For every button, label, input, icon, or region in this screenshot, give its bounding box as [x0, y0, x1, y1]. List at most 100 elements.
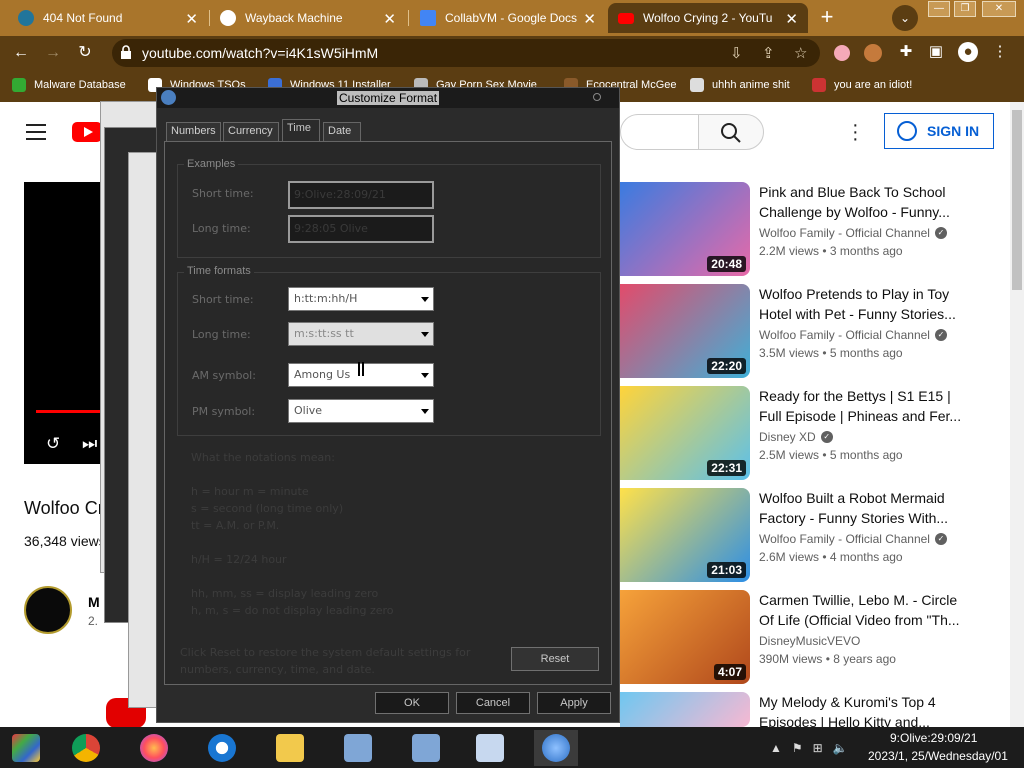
related-meta: 2.2M views • 3 months ago: [759, 244, 903, 258]
trans-flag-extension-icon[interactable]: [834, 45, 850, 61]
video-title: Wolfoo Cr: [24, 498, 104, 518]
hamburger-menu-icon[interactable]: [26, 124, 46, 140]
settings-menu-icon[interactable]: · · ·: [852, 115, 859, 149]
video-thumbnail[interactable]: 22:31: [620, 386, 750, 480]
tab-youtube[interactable]: Wolfoo Crying 2 - YouTu ✕: [608, 3, 808, 33]
related-video[interactable]: 21:03 Wolfoo Built a Robot Mermaid Facto…: [620, 488, 1020, 586]
tab-collabvm-docs[interactable]: CollabVM - Google Docs ✕: [410, 3, 606, 33]
bookmark-anime[interactable]: uhhh anime shit: [690, 78, 790, 92]
replay-icon[interactable]: ↺: [46, 434, 60, 454]
taskbar-firefox[interactable]: [132, 730, 176, 766]
dialog-title-bar[interactable]: Customize Format: [157, 88, 619, 108]
chrome-menu-icon[interactable]: ⋮: [990, 42, 1010, 62]
dialog-close-button[interactable]: [593, 93, 601, 101]
bookmark-star-icon[interactable]: ☆: [794, 44, 807, 62]
clock-time[interactable]: 9:Olive:29:09/21: [890, 731, 977, 745]
related-title[interactable]: Wolfoo Built a Robot Mermaid Factory - F…: [759, 488, 969, 528]
tab-close-icon[interactable]: ✕: [383, 10, 396, 28]
video-thumbnail[interactable]: 21:03: [620, 488, 750, 582]
sign-in-button[interactable]: SIGN IN: [884, 113, 994, 149]
related-title[interactable]: My Melody & Kuromi's Top 4 Episodes | He…: [759, 692, 969, 732]
profile-avatar-icon[interactable]: ●: [958, 42, 978, 62]
chrome-icon: [72, 734, 100, 762]
install-app-icon[interactable]: ⇩: [730, 44, 743, 62]
pm-symbol-select[interactable]: Olive: [288, 399, 434, 423]
reload-button[interactable]: ↻: [74, 42, 96, 64]
taskbar-remote-desktop-2[interactable]: [404, 730, 448, 766]
related-video[interactable]: 22:31 Ready for the Bettys | S1 E15 | Fu…: [620, 386, 1020, 484]
address-bar[interactable]: youtube.com/watch?v=i4K1sW5iHmM ⇩ ⇪ ☆: [112, 39, 820, 67]
share-icon[interactable]: ⇪: [762, 44, 775, 62]
network-icon[interactable]: ⊞: [813, 741, 823, 755]
tab-close-icon[interactable]: ✕: [785, 10, 798, 28]
system-tray: ▲ ⚑ ⊞ 🔈: [770, 741, 848, 755]
maximize-button[interactable]: ❐: [954, 1, 976, 17]
channel-name[interactable]: M: [88, 594, 100, 610]
forward-button[interactable]: →: [42, 42, 64, 64]
close-window-button[interactable]: ✕: [982, 1, 1016, 17]
related-title[interactable]: Carmen Twillie, Lebo M. - Circle Of Life…: [759, 590, 969, 630]
related-video[interactable]: 4:07 Carmen Twillie, Lebo M. - Circle Of…: [620, 590, 1020, 688]
reset-button[interactable]: Reset: [511, 647, 599, 671]
clock-date[interactable]: 2023/1, 25/Wednesday/01: [868, 749, 1008, 763]
ok-button[interactable]: OK: [375, 692, 449, 714]
taskbar-file-explorer[interactable]: [268, 730, 312, 766]
youtube-logo[interactable]: [72, 122, 102, 142]
related-video[interactable]: 20:48 Pink and Blue Back To School Chall…: [620, 182, 1020, 280]
chevron-down-icon: [421, 373, 429, 378]
tab-close-icon[interactable]: ✕: [185, 10, 198, 28]
channel-avatar[interactable]: [24, 586, 72, 634]
video-thumbnail[interactable]: 20:48: [620, 182, 750, 276]
tab-time[interactable]: Time: [282, 119, 320, 141]
related-title[interactable]: Ready for the Bettys | S1 E15 | Full Epi…: [759, 386, 969, 426]
long-time-format-select[interactable]: m:s:tt:ss tt: [288, 322, 434, 346]
video-duration: 21:03: [707, 562, 746, 578]
tab-date[interactable]: Date: [323, 122, 361, 141]
tab-numbers[interactable]: Numbers: [166, 122, 221, 141]
tab-close-icon[interactable]: ✕: [583, 10, 596, 28]
video-duration: 4:07: [713, 664, 746, 680]
cancel-button[interactable]: Cancel: [456, 692, 530, 714]
related-title[interactable]: Wolfoo Pretends to Play in Toy Hotel wit…: [759, 284, 969, 324]
bookmark-you-are-an-idiot[interactable]: you are an idiot!: [812, 78, 912, 92]
customize-format-dialog: Customize Format Numbers Currency Time D…: [156, 87, 620, 723]
side-panel-icon[interactable]: ▣: [926, 42, 946, 62]
taskbar-chrome[interactable]: [64, 730, 108, 766]
profile-extension-icon[interactable]: [864, 44, 882, 62]
related-video[interactable]: My Melody & Kuromi's Top 4 Episodes | He…: [620, 692, 1020, 730]
firefox-icon: [140, 734, 168, 762]
minimize-button[interactable]: —: [928, 1, 950, 17]
volume-icon[interactable]: 🔈: [833, 741, 848, 755]
new-tab-button[interactable]: +: [814, 5, 840, 31]
tab-404[interactable]: 404 Not Found ✕: [8, 3, 208, 33]
verified-check-icon: ✓: [934, 227, 947, 239]
globe-icon: [220, 10, 236, 26]
search-input[interactable]: [620, 114, 698, 150]
start-button[interactable]: [4, 730, 48, 766]
related-meta: 2.5M views • 5 months ago: [759, 448, 903, 462]
taskbar-date-time[interactable]: [468, 730, 512, 766]
bookmark-malware-database[interactable]: Malware Database: [12, 78, 126, 92]
next-icon[interactable]: ⏭: [82, 434, 97, 454]
taskbar-remote-desktop[interactable]: [336, 730, 380, 766]
video-thumbnail[interactable]: 4:07: [620, 590, 750, 684]
tab-search-button[interactable]: ⌄: [892, 5, 918, 31]
related-video[interactable]: 22:20 Wolfoo Pretends to Play in Toy Hot…: [620, 284, 1020, 382]
extensions-puzzle-icon[interactable]: ✚: [896, 42, 916, 62]
taskbar-edge[interactable]: [200, 730, 244, 766]
youtube-icon: [618, 12, 634, 24]
tab-wayback[interactable]: Wayback Machine ✕: [210, 3, 406, 33]
tab-currency[interactable]: Currency: [223, 122, 279, 141]
search-button[interactable]: [698, 114, 764, 150]
back-button[interactable]: ←: [10, 42, 32, 64]
video-thumbnail[interactable]: 22:20: [620, 284, 750, 378]
short-time-format-select[interactable]: h:tt:m:hh/H: [288, 287, 434, 311]
scrollbar-thumb[interactable]: [1012, 110, 1022, 290]
notation-line: h = hour m = minute: [191, 485, 309, 498]
show-hidden-icons-icon[interactable]: ▲: [770, 741, 782, 755]
apply-button[interactable]: Apply: [537, 692, 611, 714]
taskbar-region-settings[interactable]: [534, 730, 578, 766]
related-title[interactable]: Pink and Blue Back To School Challenge b…: [759, 182, 969, 222]
action-center-flag-icon[interactable]: ⚑: [792, 741, 803, 755]
video-thumbnail[interactable]: [620, 692, 750, 727]
